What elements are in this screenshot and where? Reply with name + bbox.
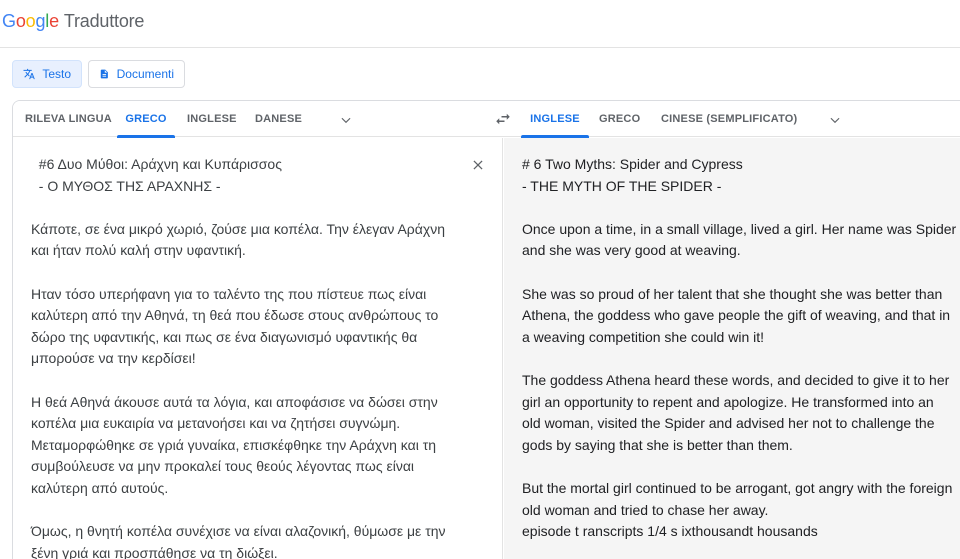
logo-letter: g [35, 11, 46, 31]
target-lang-chinese-simplified[interactable]: CINESE (SEMPLIFICATO) [661, 101, 797, 137]
source-lang-detect[interactable]: RILEVA LINGUA [25, 101, 112, 137]
translation-text-line: episode t ranscripts 1/4 s ixthousandt h… [522, 523, 818, 540]
source-lang-danish[interactable]: DANESE [255, 101, 302, 137]
source-text-blank-line [31, 370, 459, 392]
source-text-line: κοπέλα μια ευκαιρία να μετανοήσει και να… [31, 415, 401, 432]
source-text-line: Ηταν τόσο υπερήφανη για το ταλέντο της π… [31, 285, 427, 302]
source-pane[interactable]: #6 Δυο Μύθοι: Αράχνη και Κυπάρισσος - Ο … [13, 138, 503, 559]
source-text-blank-line [31, 197, 459, 219]
source-text-line: συμβούλευσε να μην προκαλεί τους θεούς λ… [31, 458, 415, 475]
document-icon [100, 69, 108, 79]
translation-text-line: girl an opportunity to repent and apolog… [522, 393, 934, 410]
translation-card: RILEVA LINGUA GRECO INGLESE DANESE INGLE… [12, 100, 960, 559]
logo-letter: o [15, 11, 26, 31]
translation-text-line: and she was very good at weaving. [522, 242, 741, 259]
source-textarea[interactable]: #6 Δυο Μύθοι: Αράχνη και Κυπάρισσος - Ο … [31, 154, 459, 559]
source-lang-greek[interactable]: GRECO [117, 101, 175, 138]
source-text-blank-line [31, 500, 459, 522]
translation-text-blank-line [522, 456, 958, 478]
chevron-down-icon[interactable] [339, 113, 353, 127]
source-text-line: Η θεά Αθηνά άκουσε αυτά τα λόγια, και απ… [31, 393, 438, 410]
translation-output: # 6 Two Myths: Spider and Cypress - THE M… [522, 154, 958, 543]
translation-text-line: # 6 Two Myths: Spider and Cypress [522, 156, 743, 172]
source-text-line: ξένη γριά και προσπάθησε να τη διώξει. [31, 544, 278, 559]
translation-text-line: old woman, visited the Spider and advise… [522, 415, 935, 432]
source-lang-english[interactable]: INGLESE [187, 101, 236, 137]
app-header: Google Traduttore [0, 0, 960, 48]
translation-text-line: a weaving competition she could win it! [522, 328, 765, 345]
text-mode-label: Testo [42, 67, 71, 81]
translation-text-line: Athena, the goddess who gave people the … [522, 307, 951, 324]
close-icon[interactable] [471, 158, 485, 172]
documents-mode-button[interactable]: Documenti [88, 60, 185, 88]
language-bar: RILEVA LINGUA GRECO INGLESE DANESE INGLE… [13, 101, 960, 138]
translation-text-blank-line [522, 262, 958, 284]
translation-text-line: But the mortal girl continued to be arro… [522, 479, 953, 496]
product-name: Traduttore [63, 11, 145, 31]
translation-text-blank-line [522, 348, 958, 370]
source-text-line: - Ο ΜΥΘΟΣ ΤΗΣ ΑΡΑΧΝΗΣ - [31, 177, 221, 194]
source-text-line: και ήταν πολύ καλή στην υφαντική. [31, 242, 246, 259]
documents-mode-label: Documenti [116, 67, 174, 81]
logo-letter: o [25, 11, 36, 31]
source-text-line: #6 Δυο Μύθοι: Αράχνη και Κυπάρισσος [31, 156, 282, 172]
source-text-blank-line [31, 262, 459, 284]
target-lang-english[interactable]: INGLESE [521, 101, 589, 138]
source-text-line: Κάποτε, σε ένα μικρό χωριό, ζούσε μια κο… [31, 220, 445, 237]
app-logo[interactable]: Google Traduttore [2, 11, 144, 32]
translate-icon [23, 68, 35, 80]
swap-languages-icon[interactable] [494, 111, 512, 127]
source-text-line: καλύτερη από την Αθηνά, τη θεά που έδωσε… [31, 307, 439, 324]
translation-text-line: gods by saying that she is better than t… [522, 436, 793, 453]
source-text-line: Όμως, η θνητή κοπέλα συνέχισε να είναι α… [31, 523, 446, 540]
translation-text-line: Once upon a time, in a small village, li… [522, 220, 957, 237]
target-lang-greek[interactable]: GRECO [599, 101, 640, 137]
logo-letter: G [2, 11, 16, 31]
translation-text-line: She was so proud of her talent that she … [522, 285, 943, 302]
source-text-line: δώρο της υφαντικής, και πως σε ένα διαγω… [31, 328, 418, 345]
translation-text-line: - THE MYTH OF THE SPIDER - [522, 177, 722, 194]
translation-text-blank-line [522, 197, 958, 219]
source-text-line: καλύτερη από αυτούς. [31, 479, 169, 496]
text-mode-button[interactable]: Testo [12, 60, 82, 88]
logo-letter: e [49, 11, 59, 31]
source-text-line: μπορούσε να την κερδίσει! [31, 350, 196, 367]
translation-text-line: old woman and tried to chase her away. [522, 501, 769, 518]
chevron-down-icon[interactable] [828, 113, 842, 127]
target-pane: # 6 Two Myths: Spider and Cypress - THE M… [504, 138, 960, 559]
source-text-line: Μεταμορφώθηκε σε γριά γυναίκα, επισκέφθη… [31, 436, 437, 453]
translation-text-line: The goddess Athena heard these words, an… [522, 371, 950, 388]
